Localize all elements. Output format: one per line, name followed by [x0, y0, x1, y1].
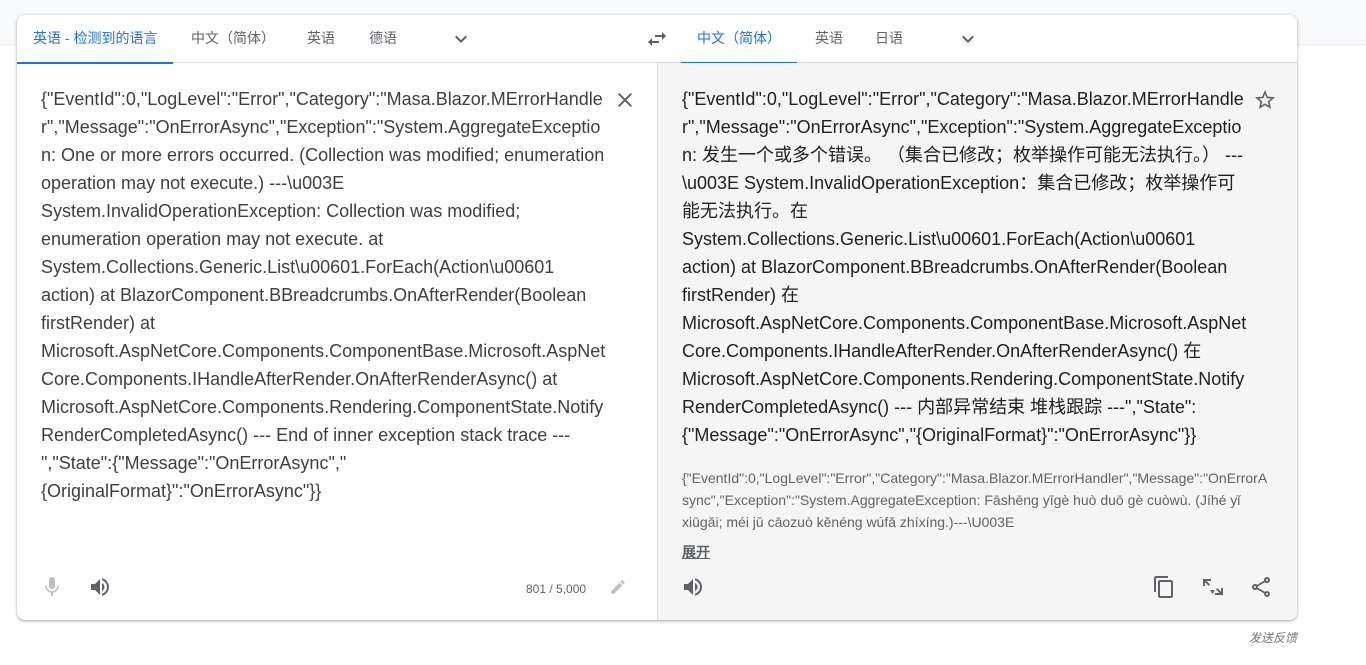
listen-translation-speaker-icon[interactable] — [681, 575, 705, 599]
share-icon[interactable] — [1249, 575, 1273, 599]
rate-translation-icon[interactable] — [1201, 575, 1225, 599]
target-tab-chinese-simplified[interactable]: 中文（简体） — [681, 15, 797, 64]
microphone-icon[interactable] — [40, 575, 64, 599]
source-tab-german[interactable]: 德语 — [353, 15, 413, 63]
language-bar: 英语 - 检测到的语言 中文（简体） 英语 德语 中文（简体） 英语 日语 — [17, 15, 1297, 64]
target-tab-english[interactable]: 英语 — [799, 15, 859, 63]
edit-pencil-icon[interactable] — [609, 578, 627, 596]
clear-source-icon[interactable] — [613, 88, 637, 112]
listen-source-speaker-icon[interactable] — [88, 575, 112, 599]
source-tab-chinese-simplified[interactable]: 中文（简体） — [175, 15, 291, 63]
translate-card: 英语 - 检测到的语言 中文（简体） 英语 德语 中文（简体） 英语 日语 {"… — [17, 15, 1297, 620]
source-tab-detected[interactable]: 英语 - 检测到的语言 — [17, 15, 174, 64]
target-language-dropdown-icon[interactable] — [956, 27, 980, 51]
copy-translation-icon[interactable] — [1152, 575, 1176, 599]
expand-link[interactable]: 展开 — [682, 542, 710, 562]
target-tab-japanese[interactable]: 日语 — [859, 15, 919, 63]
pane-divider — [657, 63, 658, 620]
transliteration-text: {"EventId":0,"LogLevel":"Error","Categor… — [682, 470, 1268, 530]
send-feedback-link[interactable]: 发送反馈 — [1249, 629, 1297, 646]
source-tab-english[interactable]: 英语 — [291, 15, 351, 63]
source-text-input[interactable]: {"EventId":0,"LogLevel":"Error","Categor… — [41, 85, 606, 505]
swap-languages-icon[interactable] — [645, 27, 669, 51]
save-translation-star-icon[interactable] — [1253, 88, 1277, 112]
character-counter: 801 / 5,000 — [526, 582, 587, 596]
source-language-dropdown-icon[interactable] — [449, 27, 473, 51]
translation-output: {"EventId":0,"LogLevel":"Error","Categor… — [682, 89, 1247, 445]
